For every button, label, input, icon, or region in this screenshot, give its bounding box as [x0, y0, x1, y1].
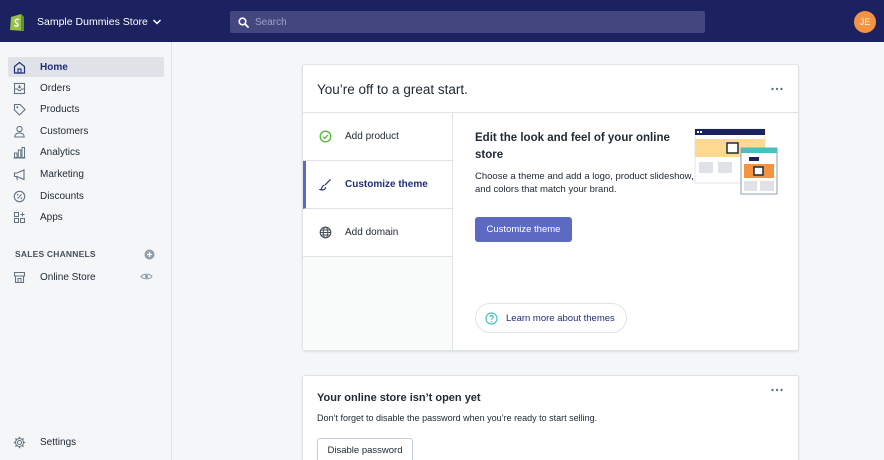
shopify-logo-icon	[10, 13, 24, 31]
search-bar[interactable]	[230, 11, 705, 33]
sidebar-item-products[interactable]: Products	[8, 99, 164, 119]
sidebar-item-label: Orders	[40, 82, 71, 94]
theme-illustration	[694, 128, 778, 195]
card-title: Your online store isn’t open yet	[317, 392, 481, 404]
tag-icon	[13, 103, 26, 116]
sales-channels-header: SALES CHANNELS	[15, 247, 155, 261]
sidebar-item-discounts[interactable]: Discounts	[8, 186, 164, 206]
card-title: You’re off to a great start.	[317, 82, 468, 97]
sidebar-item-label: Analytics	[40, 146, 81, 158]
store-name: Sample Dummies Store	[37, 16, 148, 28]
tab-label: Customize theme	[345, 179, 428, 190]
more-options-icon[interactable]	[770, 85, 784, 93]
discount-icon	[13, 190, 26, 202]
panel-heading: Edit the look and feel of your online st…	[475, 132, 670, 161]
orders-icon	[13, 82, 26, 94]
sidebar-item-label: Online Store	[40, 271, 96, 283]
sidebar-item-label: Products	[40, 103, 80, 115]
store-password-card: Your online store isn’t open yet Don’t f…	[302, 375, 799, 460]
disable-password-button[interactable]: Disable password	[317, 438, 413, 460]
sidebar-item-settings[interactable]: Settings	[8, 432, 164, 452]
setup-guide-card: You’re off to a great start. Add product…	[302, 64, 799, 351]
store-switcher[interactable]: Sample Dummies Store	[9, 12, 162, 32]
sidebar-item-analytics[interactable]: Analytics	[8, 142, 164, 162]
card-description: Don’t forget to disable the password whe…	[317, 413, 598, 423]
store-icon	[13, 271, 26, 283]
sidebar-item-orders[interactable]: Orders	[8, 78, 164, 98]
sidebar-item-label: Settings	[40, 436, 77, 448]
check-circle-icon	[319, 130, 332, 143]
sidebar-item-label: Customers	[40, 125, 89, 137]
bar-chart-icon	[13, 146, 26, 158]
more-options-icon[interactable]	[770, 386, 784, 394]
search-icon	[238, 16, 249, 28]
sales-channels-title: SALES CHANNELS	[15, 249, 96, 259]
tab-label: Add domain	[345, 227, 399, 238]
tab-customize-theme[interactable]: Customize theme	[303, 161, 452, 209]
add-circle-icon[interactable]	[144, 249, 155, 260]
avatar[interactable]: JE	[854, 11, 876, 33]
sidebar-item-home[interactable]: Home	[8, 57, 164, 77]
tab-label: Add product	[345, 131, 399, 142]
sidebar-item-label: Apps	[40, 211, 63, 223]
chevron-down-icon	[152, 19, 161, 25]
megaphone-icon	[13, 168, 25, 180]
question-circle-icon	[485, 311, 498, 325]
learn-more-label: Learn more about themes	[506, 312, 615, 324]
sidebar-item-label: Discounts	[40, 190, 84, 202]
person-icon	[14, 125, 25, 138]
sidebar-item-label: Marketing	[40, 168, 84, 180]
globe-icon	[319, 226, 332, 239]
sidebar-item-label: Home	[40, 61, 68, 73]
home-icon	[13, 61, 26, 74]
sidebar-item-marketing[interactable]: Marketing	[8, 164, 164, 184]
sidebar-item-customers[interactable]: Customers	[8, 121, 164, 141]
tab-add-domain[interactable]: Add domain	[303, 209, 452, 257]
tab-add-product[interactable]: Add product	[303, 113, 452, 161]
sidebar: Home Orders Products Customers Analytics	[0, 42, 172, 460]
eye-icon[interactable]	[140, 270, 153, 283]
search-input[interactable]	[255, 16, 685, 28]
sidebar-item-apps[interactable]: Apps	[8, 207, 164, 227]
top-bar: Sample Dummies Store JE	[0, 0, 884, 42]
gear-icon	[13, 436, 26, 448]
customize-theme-button[interactable]: Customize theme	[475, 217, 572, 242]
apps-icon	[14, 211, 25, 223]
panel-description: Choose a theme and add a logo, product s…	[475, 171, 694, 195]
learn-more-themes-button[interactable]: Learn more about themes	[475, 303, 627, 333]
setup-tabs: Add product Customize theme Add domain	[303, 113, 453, 350]
paintbrush-icon	[319, 179, 331, 191]
